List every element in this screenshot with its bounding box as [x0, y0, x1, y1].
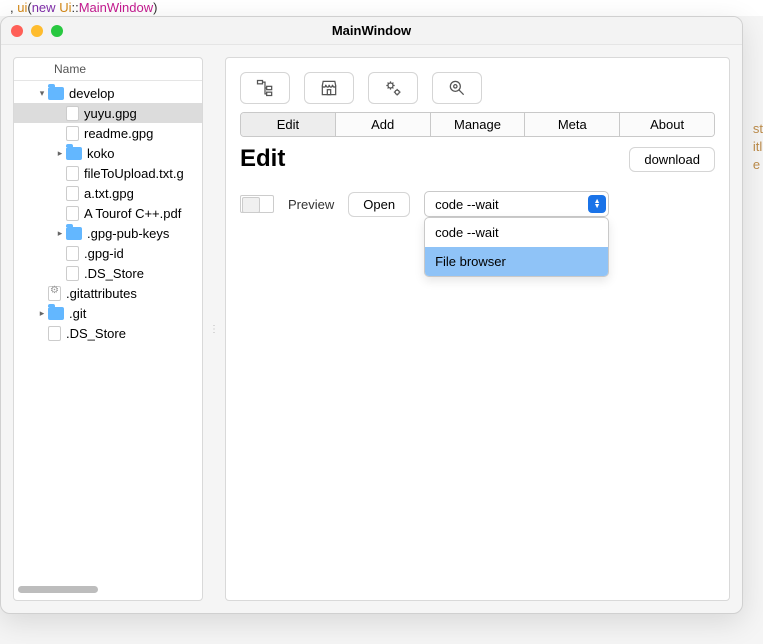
settings-button[interactable] — [368, 72, 418, 104]
tree-item-label: .gitattributes — [66, 286, 137, 301]
file-icon — [66, 206, 79, 221]
file-node-readme-gpg[interactable]: ▸readme.gpg — [14, 123, 202, 143]
zoom-icon — [447, 78, 467, 98]
settings-file-icon — [48, 286, 61, 301]
tree-item-label: .DS_Store — [66, 326, 126, 341]
download-button[interactable]: download — [629, 147, 715, 172]
minimize-icon[interactable] — [31, 25, 43, 37]
folder-icon — [66, 227, 82, 240]
file-node-a-tourof-c-pdf[interactable]: ▸A Tourof C++.pdf — [14, 203, 202, 223]
file-node-filetoupload-txt-g[interactable]: ▸fileToUpload.txt.g — [14, 163, 202, 183]
file-icon — [66, 126, 79, 141]
file-icon — [66, 186, 79, 201]
file-icon — [66, 166, 79, 181]
chevron-down-icon[interactable]: ▾ — [36, 88, 48, 99]
tree-item-label: koko — [87, 146, 114, 161]
file-node-a-txt-gpg[interactable]: ▸a.txt.gpg — [14, 183, 202, 203]
titlebar[interactable]: MainWindow — [1, 17, 742, 45]
page-heading: Edit — [240, 145, 285, 173]
store-icon — [319, 78, 339, 98]
tab-add[interactable]: Add — [336, 113, 431, 136]
editor-select: code --wait ▲▼ code --waitFile browser — [424, 191, 609, 217]
tree-view-button[interactable] — [240, 72, 290, 104]
folder-node--gpg-pub-keys[interactable]: ▸ .gpg-pub-keys — [14, 223, 202, 243]
folder-icon — [48, 87, 64, 100]
tree-icon — [255, 78, 275, 98]
chevron-right-icon[interactable]: ▸ — [54, 148, 66, 159]
file-node--ds-store[interactable]: ▸.DS_Store — [14, 323, 202, 343]
tree-item-label: fileToUpload.txt.g — [84, 166, 184, 181]
select-value: code --wait — [435, 197, 499, 212]
right-edge-text: st itl e — [753, 120, 763, 174]
file-node--ds-store[interactable]: ▸.DS_Store — [14, 263, 202, 283]
file-icon — [66, 246, 79, 261]
tree-item-label: .gpg-id — [84, 246, 124, 261]
tree-item-label: yuyu.gpg — [84, 106, 137, 121]
file-tree[interactable]: ▾develop▸yuyu.gpg▸readme.gpg▸koko▸fileTo… — [14, 81, 202, 582]
tree-item-label: develop — [69, 86, 115, 101]
chevron-right-icon[interactable]: ▸ — [36, 308, 48, 319]
main-window: MainWindow Name ▾develop▸yuyu.gpg▸readme… — [0, 16, 743, 614]
tree-column-header[interactable]: Name — [14, 58, 202, 81]
tree-item-label: A Tourof C++.pdf — [84, 206, 181, 221]
gears-icon — [383, 78, 403, 98]
toolbar — [240, 72, 715, 104]
option-code-wait[interactable]: code --wait — [425, 218, 608, 247]
main-panel: EditAddManageMetaAbout Edit download Pre… — [225, 57, 730, 601]
file-icon — [66, 106, 79, 121]
tab-edit[interactable]: Edit — [241, 113, 336, 136]
tree-item-label: readme.gpg — [84, 126, 153, 141]
file-node-yuyu-gpg[interactable]: ▸yuyu.gpg — [14, 103, 202, 123]
select-display[interactable]: code --wait ▲▼ — [424, 191, 609, 217]
chevron-right-icon[interactable]: ▸ — [54, 228, 66, 239]
tree-item-label: .git — [69, 306, 86, 321]
file-node--gpg-id[interactable]: ▸.gpg-id — [14, 243, 202, 263]
file-icon — [66, 266, 79, 281]
window-title: MainWindow — [332, 23, 411, 38]
folder-icon — [66, 147, 82, 160]
file-icon — [48, 326, 61, 341]
traffic-lights — [11, 25, 63, 37]
tab-manage[interactable]: Manage — [431, 113, 526, 136]
code-editor-line: , ui(new Ui::MainWindow) — [0, 0, 763, 16]
tree-item-label: .gpg-pub-keys — [87, 226, 169, 241]
preview-label: Preview — [288, 197, 334, 212]
preview-toggle[interactable] — [240, 195, 274, 213]
tab-about[interactable]: About — [620, 113, 714, 136]
tab-bar: EditAddManageMetaAbout — [240, 112, 715, 137]
select-dropdown: code --waitFile browser — [424, 217, 609, 277]
close-icon[interactable] — [11, 25, 23, 37]
chevron-updown-icon: ▲▼ — [588, 195, 606, 213]
open-button[interactable]: Open — [348, 192, 410, 217]
zoom-window-icon[interactable] — [51, 25, 63, 37]
tab-meta[interactable]: Meta — [525, 113, 620, 136]
file-tree-sidebar: Name ▾develop▸yuyu.gpg▸readme.gpg▸koko▸f… — [13, 57, 203, 601]
folder-icon — [48, 307, 64, 320]
folder-node-koko[interactable]: ▸ koko — [14, 143, 202, 163]
pane-splitter[interactable]: ⋮ — [211, 57, 217, 601]
tree-item-label: a.txt.gpg — [84, 186, 134, 201]
folder-node--git[interactable]: ▸ .git — [14, 303, 202, 323]
option-file-browser[interactable]: File browser — [425, 247, 608, 276]
store-button[interactable] — [304, 72, 354, 104]
search-button[interactable] — [432, 72, 482, 104]
folder-node-develop[interactable]: ▾ develop — [14, 83, 202, 103]
file-node--gitattributes[interactable]: ▸.gitattributes — [14, 283, 202, 303]
horizontal-scrollbar[interactable] — [18, 586, 198, 596]
tree-item-label: .DS_Store — [84, 266, 144, 281]
